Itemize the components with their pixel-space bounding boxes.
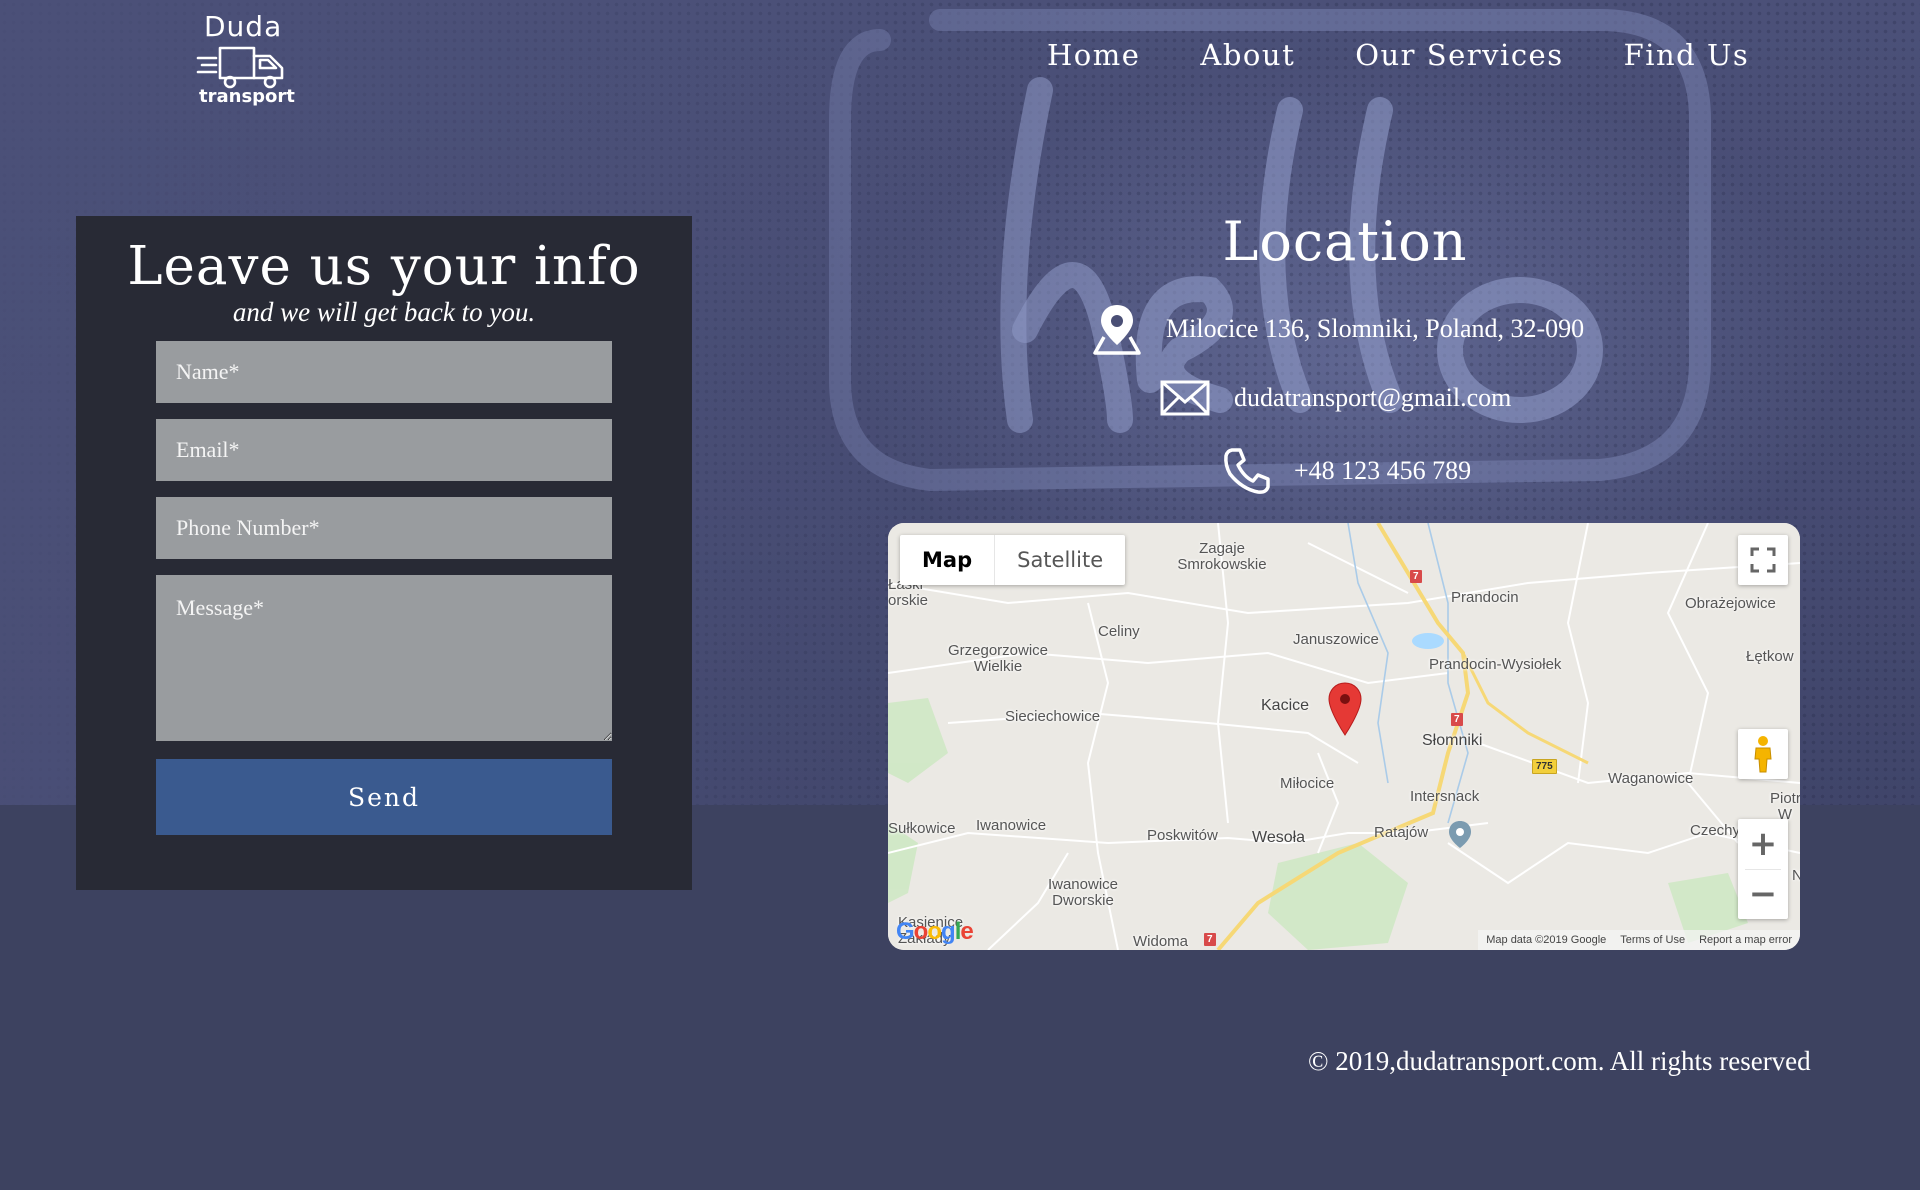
map-label: Obrażejowice xyxy=(1685,595,1776,612)
address-text: Milocice 136, Slomniki, Poland, 32-090 xyxy=(1166,314,1585,343)
map-type-satellite-button[interactable]: Satellite xyxy=(994,535,1125,585)
delivery-truck-icon xyxy=(196,46,284,89)
map-label: Łętkow xyxy=(1746,648,1794,665)
nav-find-us[interactable]: Find Us xyxy=(1624,38,1750,72)
phone-icon xyxy=(1224,448,1270,494)
map-label: Sieciechowice xyxy=(1005,708,1101,725)
map-label: Słomniki xyxy=(1422,732,1483,749)
google-map[interactable]: Zagaje Smrokowskie Prandocin Obrażejowic… xyxy=(888,523,1800,950)
send-button[interactable]: Send xyxy=(156,759,612,835)
map-label: Waganowice xyxy=(1608,770,1694,787)
email-row: dudatransport@gmail.com xyxy=(1160,380,1511,416)
map-label: Zagaje Smrokowskie xyxy=(1177,540,1267,573)
duda-transport-logo[interactable]: Duda transport xyxy=(196,10,300,110)
map-label: Iwanowice Dworskie xyxy=(1047,876,1119,909)
road-shield: 775 xyxy=(1532,759,1557,774)
zoom-out-button[interactable]: − xyxy=(1738,869,1788,919)
phone-field[interactable] xyxy=(156,497,612,559)
map-label: Prandocin xyxy=(1451,589,1519,606)
location-pin-icon xyxy=(1093,305,1141,355)
location-title: Location xyxy=(1222,210,1468,273)
map-data-credit: Map data ©2019 Google xyxy=(1486,934,1607,946)
map-type-map-button[interactable]: Map xyxy=(900,535,994,585)
map-label: Iwanowice xyxy=(976,817,1047,834)
pegman-icon xyxy=(1754,736,1772,773)
fullscreen-button[interactable] xyxy=(1738,535,1788,585)
zoom-control: + − xyxy=(1738,819,1788,919)
terms-of-use-link[interactable]: Terms of Use xyxy=(1620,934,1685,946)
map-label: Widoma xyxy=(1133,933,1189,950)
name-field[interactable] xyxy=(156,341,612,403)
footer-copyright: © 2019,dudatransport.com. All rights res… xyxy=(1308,1046,1811,1076)
address-row: Milocice 136, Slomniki, Poland, 32-090 xyxy=(1092,303,1584,355)
form-subtitle: and we will get back to you. xyxy=(232,297,536,327)
map-label: Wesoła xyxy=(1252,829,1306,846)
phone-row: +48 123 456 789 xyxy=(1222,446,1471,496)
google-logo[interactable]: Google xyxy=(896,918,974,946)
map-base-layer xyxy=(888,523,1800,950)
map-label: Grzegorzowice Wielkie xyxy=(947,642,1049,675)
nav-about[interactable]: About xyxy=(1200,38,1295,72)
street-view-pegman-button[interactable] xyxy=(1738,729,1788,779)
email-text[interactable]: dudatransport@gmail.com xyxy=(1234,383,1511,413)
map-label: Prandocin-Wysiołek xyxy=(1429,656,1562,673)
nav-our-services[interactable]: Our Services xyxy=(1355,38,1563,72)
logo-subtitle: transport xyxy=(199,86,295,107)
map-label: Kacice xyxy=(1261,697,1310,714)
envelope-icon xyxy=(1160,380,1210,416)
message-field[interactable] xyxy=(156,575,612,741)
road-shield: 7 xyxy=(1451,713,1463,726)
road-shield: 7 xyxy=(1204,933,1216,946)
map-type-control: Map Satellite xyxy=(900,535,1126,585)
logo-name: Duda xyxy=(204,10,283,43)
map-label: Miłocice xyxy=(1280,775,1335,792)
map-label: N xyxy=(1792,867,1800,884)
nav-home[interactable]: Home xyxy=(1047,38,1140,72)
map-label: Sułkowice xyxy=(888,820,956,837)
fullscreen-icon xyxy=(1750,547,1776,573)
contact-form-panel: Leave us your info and we will get back … xyxy=(76,216,692,890)
map-label: Poskwitów xyxy=(1147,827,1218,844)
phone-text[interactable]: +48 123 456 789 xyxy=(1294,456,1471,486)
map-label: Ratajów xyxy=(1374,824,1429,841)
main-nav: Home About Our Services Find Us xyxy=(1047,38,1749,72)
map-label: Celiny xyxy=(1098,623,1140,640)
map-attribution: Map data ©2019 Google Terms of Use Repor… xyxy=(1478,930,1800,950)
form-title: Leave us your info xyxy=(127,236,641,297)
email-field[interactable] xyxy=(156,419,612,481)
map-label: Czechy xyxy=(1690,822,1741,839)
zoom-in-button[interactable]: + xyxy=(1738,819,1788,869)
map-label: Intersnack xyxy=(1410,788,1480,805)
road-shield: 7 xyxy=(1410,570,1422,583)
report-map-error-link[interactable]: Report a map error xyxy=(1699,934,1792,946)
map-label: Januszowice xyxy=(1293,631,1379,648)
